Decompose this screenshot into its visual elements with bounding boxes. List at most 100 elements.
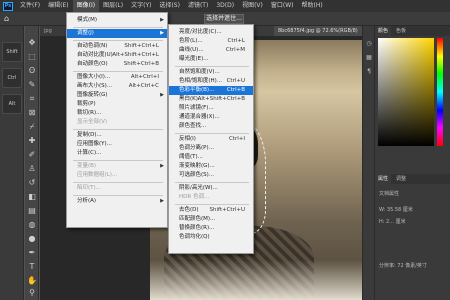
menu-3d[interactable]: 3D(D)	[212, 0, 238, 12]
select-and-mask-button[interactable]: 选择并遮住...	[204, 14, 244, 24]
image-menu-item[interactable]: 陷印(T)...	[67, 184, 167, 193]
tools-panel: ✥ ⬚ ʘ ✎ ⌗ ⊠ ⌿ ✚ ✐ ♙ ↺ ◧ ▤ ◍ ● ✒ T ✋ ⚲	[25, 26, 39, 300]
adjust-menu-item[interactable]: 色相/饱和度(H)... Ctrl+U	[169, 77, 253, 86]
panel-icons-strip: ◷ ▦ ¶	[362, 26, 374, 300]
adjust-submenu: 亮度/对比度(C)... 色阶(L)... Ctrl+L 曲线(U)... Ctrl…	[168, 24, 254, 254]
menu-edit[interactable]: 编辑(E)	[44, 0, 72, 12]
tab-color[interactable]: 颜色	[375, 26, 392, 36]
ctrl-key-button[interactable]: Ctrl	[2, 68, 22, 88]
color-picker-field[interactable]	[378, 38, 434, 146]
menubar: Ps 文件(F) 编辑(E) 图像(I) 图层(L) 文字(Y) 选择(S) 滤…	[0, 0, 450, 12]
adjust-menu-item[interactable]: 通道混合器(X)...	[169, 113, 253, 122]
tab-properties[interactable]: 属性	[375, 174, 392, 184]
adjust-menu-item[interactable]: 色阶(L)... Ctrl+L	[169, 37, 253, 46]
lasso-tool-icon[interactable]: ʘ	[27, 66, 37, 76]
zoom-tool-icon[interactable]: ⚲	[27, 288, 37, 298]
image-menu: 模式(M) ▶ 调整(J) ▶ 自动色调(N) Shift+Ctrl+L 自动对比度(…	[66, 12, 168, 228]
height-readout: H: 2... 厘米	[379, 219, 406, 225]
adjust-menu-item[interactable]: 黑白(K)... Alt+Shift+Ctrl+B	[169, 95, 253, 104]
quick-select-tool-icon[interactable]: ✎	[27, 80, 37, 90]
adjust-menu-item[interactable]: 阴影/高光(W)...	[169, 184, 253, 193]
history-brush-tool-icon[interactable]: ↺	[27, 178, 37, 188]
blur-tool-icon[interactable]: ◍	[27, 220, 37, 230]
adjust-menu-item[interactable]: 照片滤镜(F)...	[169, 104, 253, 113]
eyedropper-tool-icon[interactable]: ⌿	[27, 122, 37, 132]
menu-select[interactable]: 选择(S)	[155, 0, 184, 12]
adjust-menu-item[interactable]: 反相(I) Ctrl+I	[169, 135, 253, 144]
gradient-tool-icon[interactable]: ▤	[27, 206, 37, 216]
modifier-panel: Shift Ctrl Alt	[0, 26, 24, 300]
menu-window[interactable]: 窗口(W)	[267, 0, 298, 12]
tab-adjustments[interactable]: 调整	[393, 174, 409, 184]
clone-stamp-tool-icon[interactable]: ♙	[27, 164, 37, 174]
menu-image[interactable]: 图像(I)	[72, 0, 100, 12]
adjust-menu-item-color-balance[interactable]: 色彩平衡(B)... Ctrl+B	[169, 86, 253, 95]
menu-layer[interactable]: 图层(L)	[99, 0, 127, 12]
adjust-menu-item[interactable]: 替换颜色(R)...	[169, 224, 253, 233]
hand-tool-icon[interactable]: ✋	[27, 276, 37, 286]
history-icon[interactable]: ◷	[365, 40, 373, 48]
image-menu-item[interactable]: 裁剪(P)	[67, 100, 167, 109]
move-tool-icon[interactable]: ✥	[27, 38, 37, 48]
type-tool-icon[interactable]: T	[27, 262, 37, 272]
image-menu-item[interactable]: 自动色调(N) Shift+Ctrl+L	[67, 42, 167, 51]
crop-tool-icon[interactable]: ⌗	[27, 94, 37, 104]
menu-filter[interactable]: 滤镜(T)	[184, 0, 212, 12]
adjust-menu-item[interactable]: 色调分离(P)...	[169, 144, 253, 153]
adjust-menu-item[interactable]: 颜色查找...	[169, 122, 253, 131]
paragraph-icon[interactable]: ¶	[365, 68, 373, 76]
adjust-menu-item[interactable]: 曲线(U)... Ctrl+M	[169, 46, 253, 55]
eraser-tool-icon[interactable]: ◧	[27, 192, 37, 202]
image-menu-item[interactable]: 分析(A) ▶	[67, 197, 167, 206]
pen-tool-icon[interactable]: ✒	[27, 248, 37, 258]
dodge-tool-icon[interactable]: ●	[27, 234, 37, 244]
menu-file[interactable]: 文件(F)	[16, 0, 44, 12]
home-icon[interactable]: ⌂	[4, 14, 14, 24]
adjust-menu-item[interactable]: 阈值(T)...	[169, 153, 253, 162]
image-menu-item[interactable]: 模式(M) ▶	[67, 16, 167, 25]
adjust-menu-item[interactable]: 去色(D) Shift+Ctrl+U	[169, 206, 253, 215]
image-menu-item[interactable]: 变量(B) ▶	[67, 162, 167, 171]
adjust-menu-item[interactable]: 亮度/对比度(C)...	[169, 28, 253, 37]
adjust-menu-item[interactable]: HDR 色调...	[169, 193, 253, 202]
adjust-menu-item[interactable]: 色调均化(Q)	[169, 233, 253, 242]
photo-fade	[150, 260, 362, 300]
adjust-menu-item[interactable]: 曝光度(E)...	[169, 55, 253, 64]
adjust-menu-item[interactable]: 渐变映射(G)...	[169, 162, 253, 171]
color-panel-tabs: 颜色 色板	[375, 26, 450, 36]
frame-tool-icon[interactable]: ⊠	[27, 108, 37, 118]
document-tab-active[interactable]: 8bc6875f4.jpg @ 72.6%(RGB/8)	[274, 26, 362, 36]
image-menu-item[interactable]: 自动对比度(U) Alt+Shift+Ctrl+L	[67, 51, 167, 60]
healing-brush-tool-icon[interactable]: ✚	[27, 136, 37, 146]
image-menu-item[interactable]: 裁切(R)...	[67, 109, 167, 118]
width-readout: W: 35.58 厘米	[379, 207, 413, 213]
adjust-menu-item[interactable]: 匹配颜色(M)...	[169, 215, 253, 224]
properties-icon[interactable]: ▦	[365, 54, 373, 62]
image-menu-item-adjust[interactable]: 调整(J) ▶	[67, 29, 167, 38]
brush-tool-icon[interactable]: ✐	[27, 150, 37, 160]
image-menu-item[interactable]: 计算(C)...	[67, 149, 167, 158]
image-menu-item[interactable]: 复制(D)...	[67, 131, 167, 140]
image-menu-item[interactable]: 图像旋转(G) ▶	[67, 91, 167, 100]
image-menu-item[interactable]: 画布大小(S)... Alt+Ctrl+C	[67, 82, 167, 91]
tab-swatches[interactable]: 色板	[393, 26, 409, 36]
image-menu-item[interactable]: 自动颜色(O) Shift+Ctrl+B	[67, 60, 167, 69]
shift-key-button[interactable]: Shift	[2, 42, 22, 62]
hue-slider[interactable]	[437, 38, 443, 146]
menu-view[interactable]: 视图(V)	[238, 0, 267, 12]
adjust-menu-item[interactable]: 可选颜色(S)...	[169, 171, 253, 180]
resolution-readout: 分辨率: 72 像素/英寸	[379, 263, 427, 269]
image-menu-item[interactable]: 应用图像(Y)...	[67, 140, 167, 149]
alt-key-button[interactable]: Alt	[2, 94, 22, 114]
adjust-menu-item[interactable]: 自然饱和度(V)...	[169, 68, 253, 77]
marquee-tool-icon[interactable]: ⬚	[27, 52, 37, 62]
image-menu-item[interactable]: 图像大小(I)... Alt+Ctrl+I	[67, 73, 167, 82]
document-tab[interactable]: jpg	[40, 26, 56, 36]
menu-help[interactable]: 帮助(H)	[298, 0, 327, 12]
image-menu-item[interactable]: 应用数据组(L)...	[67, 171, 167, 180]
properties-panel-tabs: 属性 调整	[375, 174, 450, 184]
photoshop-logo-icon: Ps	[3, 1, 13, 11]
image-menu-item[interactable]: 显示全部(V)	[67, 118, 167, 127]
document-properties-title: 文档属性	[379, 191, 400, 197]
menu-type[interactable]: 文字(Y)	[127, 0, 155, 12]
